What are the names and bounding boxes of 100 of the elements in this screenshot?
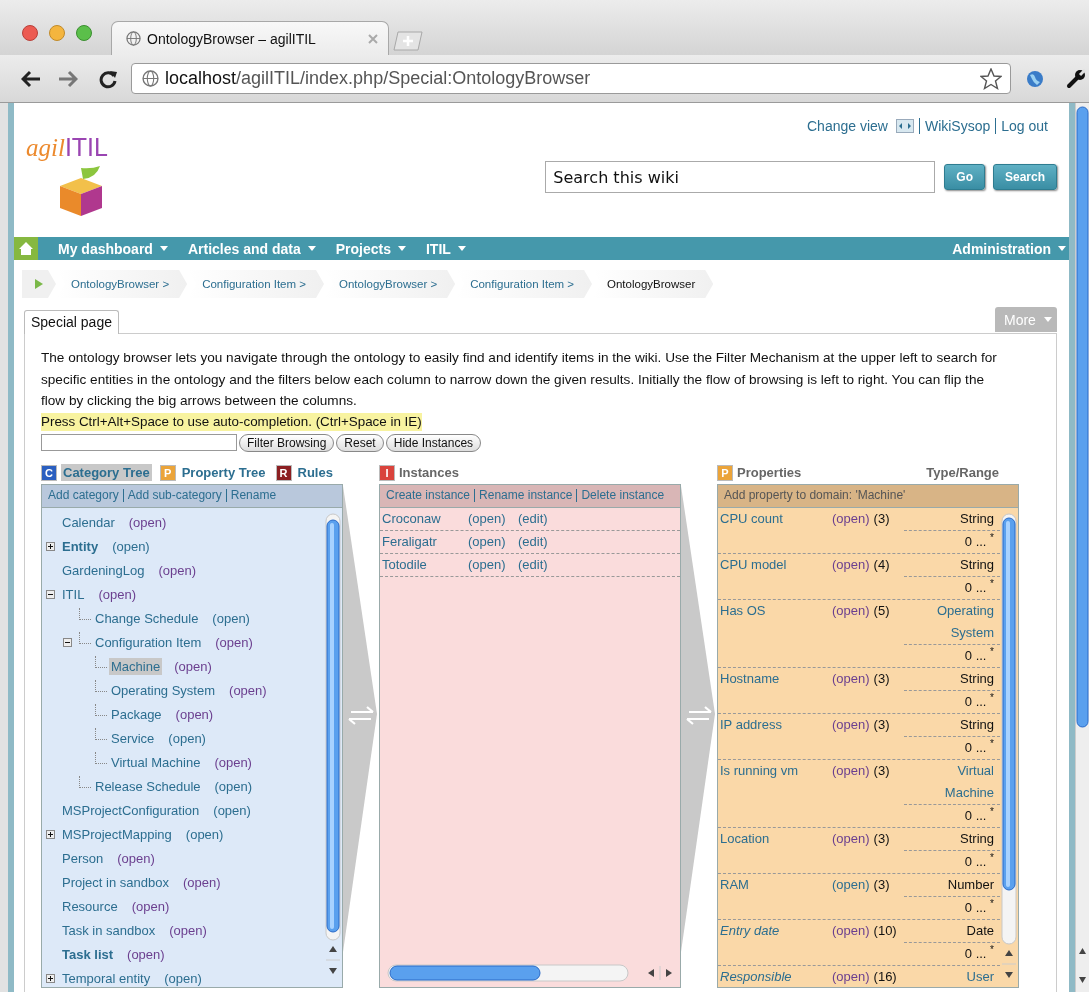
- open-link[interactable]: (open): [212, 611, 250, 626]
- page-tab[interactable]: Special page: [24, 310, 119, 334]
- open-link[interactable]: (open): [215, 635, 253, 650]
- search-field[interactable]: Search this wiki: [545, 161, 936, 193]
- open-link[interactable]: (open): [175, 707, 214, 722]
- column-tab[interactable]: Property Tree: [179, 464, 268, 481]
- tree-item[interactable]: Task in sandbox: [60, 922, 158, 939]
- nav-menu-item[interactable]: Articles and data: [177, 240, 326, 257]
- open-link[interactable]: (open): [832, 922, 870, 938]
- column-tab[interactable]: Rules: [295, 464, 335, 481]
- tree-item[interactable]: Machine: [109, 658, 163, 675]
- expand-icon[interactable]: [46, 974, 55, 983]
- type-link[interactable]: User: [904, 965, 1000, 987]
- open-link[interactable]: (open): [832, 602, 870, 618]
- tree-item[interactable]: MSProjectMapping: [60, 826, 174, 843]
- tree-item[interactable]: Package: [109, 706, 164, 723]
- open-link[interactable]: (open): [214, 755, 252, 770]
- type-link[interactable]: Virtual Machine: [904, 759, 1000, 804]
- open-link[interactable]: (open): [229, 683, 267, 698]
- tree-item[interactable]: ITIL: [60, 586, 87, 603]
- open-link[interactable]: (open): [112, 539, 150, 554]
- instance-link[interactable]: Croconaw: [382, 511, 468, 526]
- toolbar-link[interactable]: Rename: [225, 489, 281, 502]
- toolbar-link[interactable]: Delete instance: [576, 489, 669, 502]
- nav-menu-item[interactable]: ITIL: [416, 240, 476, 257]
- open-link[interactable]: (open): [128, 515, 167, 530]
- property-link[interactable]: IP address: [718, 713, 832, 736]
- open-link[interactable]: (open): [214, 779, 253, 794]
- globe-icon[interactable]: [1026, 69, 1044, 88]
- open-link[interactable]: (open): [832, 830, 870, 846]
- collapse-icon[interactable]: [46, 590, 55, 599]
- tree-item[interactable]: MSProjectConfiguration: [60, 802, 202, 819]
- letter-badge[interactable]: R: [275, 464, 292, 481]
- open-link[interactable]: (open): [185, 827, 224, 842]
- tree-item[interactable]: Service: [109, 730, 157, 747]
- tree-item[interactable]: Project in sandbox: [60, 874, 171, 891]
- filter-button[interactable]: Filter Browsing: [239, 433, 335, 452]
- filter-field[interactable]: [41, 434, 237, 451]
- logo-text[interactable]: agilITIL: [26, 133, 108, 162]
- open-link[interactable]: (open): [468, 534, 518, 549]
- open-link[interactable]: (open): [169, 923, 207, 938]
- back-icon[interactable]: [21, 69, 41, 88]
- letter-badge[interactable]: C: [41, 464, 57, 481]
- open-link[interactable]: (open): [832, 716, 870, 732]
- open-link[interactable]: (open): [468, 511, 518, 526]
- tree-item[interactable]: Entity: [60, 538, 101, 555]
- browser-tab[interactable]: OntologyBrowser – agilITIL: [111, 21, 389, 55]
- property-link[interactable]: Responsible: [718, 965, 832, 987]
- edit-link[interactable]: (edit): [518, 511, 548, 526]
- property-link[interactable]: CPU model: [718, 553, 832, 576]
- property-link[interactable]: Hostname: [718, 667, 832, 690]
- log-out-link[interactable]: Log out: [995, 118, 1053, 134]
- nav-menu-item[interactable]: Administration: [942, 240, 1069, 257]
- expand-icon[interactable]: [46, 542, 55, 551]
- change-view-icon[interactable]: [895, 119, 914, 133]
- tree-item[interactable]: Change Schedule: [93, 610, 201, 627]
- open-link[interactable]: (open): [213, 803, 251, 818]
- settings-icon[interactable]: [1066, 68, 1086, 89]
- open-link[interactable]: (open): [168, 731, 206, 746]
- reload-icon[interactable]: [98, 68, 118, 89]
- change-view-link[interactable]: Change view: [807, 118, 888, 134]
- property-link[interactable]: RAM: [718, 873, 832, 896]
- property-link[interactable]: Has OS: [718, 599, 832, 644]
- tree-item[interactable]: Task list: [60, 946, 116, 963]
- filter-button[interactable]: Reset: [336, 433, 384, 452]
- edit-link[interactable]: (edit): [518, 557, 548, 572]
- nav-menu-item[interactable]: My dashboard: [48, 240, 178, 257]
- tree-item[interactable]: Calendar: [60, 514, 117, 531]
- open-link[interactable]: (open): [832, 556, 870, 572]
- tree-item[interactable]: Operating System: [109, 682, 218, 699]
- open-link[interactable]: (open): [127, 947, 165, 962]
- tree-item[interactable]: Temporal entity: [60, 970, 153, 987]
- collapse-icon[interactable]: [63, 638, 72, 647]
- type-link[interactable]: Operating System: [904, 599, 1000, 644]
- address-field[interactable]: localhost/agilITIL/index.php/Special:OntologyBrowser: [131, 63, 1011, 94]
- new-tab-button[interactable]: [393, 31, 423, 51]
- home-button[interactable]: [14, 237, 38, 260]
- open-link[interactable]: (open): [468, 557, 518, 572]
- open-link[interactable]: (open): [164, 971, 202, 986]
- nav-menu-item[interactable]: Projects: [325, 240, 416, 257]
- tree-item[interactable]: Person: [60, 850, 106, 867]
- open-link[interactable]: (open): [98, 587, 136, 602]
- tree-item[interactable]: Resource: [60, 898, 120, 915]
- username-link[interactable]: WikiSysop: [918, 118, 996, 134]
- bookmark-star-icon[interactable]: [980, 67, 1002, 90]
- toolbar-link[interactable]: Add category: [48, 489, 123, 502]
- close-icon[interactable]: [368, 33, 378, 44]
- filter-button[interactable]: Hide Instances: [385, 433, 482, 452]
- tree-item[interactable]: Configuration Item: [93, 634, 204, 651]
- open-link[interactable]: (open): [832, 876, 870, 892]
- open-link[interactable]: (open): [832, 510, 870, 526]
- open-link[interactable]: (open): [174, 659, 212, 674]
- property-link[interactable]: Entry date: [718, 919, 832, 942]
- open-link[interactable]: (open): [158, 563, 196, 578]
- instance-link[interactable]: Feraligatr: [382, 534, 468, 549]
- property-link[interactable]: CPU count: [718, 507, 832, 530]
- property-link[interactable]: Is running vm: [718, 759, 832, 804]
- property-link[interactable]: Location: [718, 827, 832, 850]
- search-button[interactable]: Search: [992, 164, 1057, 190]
- window-close-button[interactable]: [22, 24, 38, 41]
